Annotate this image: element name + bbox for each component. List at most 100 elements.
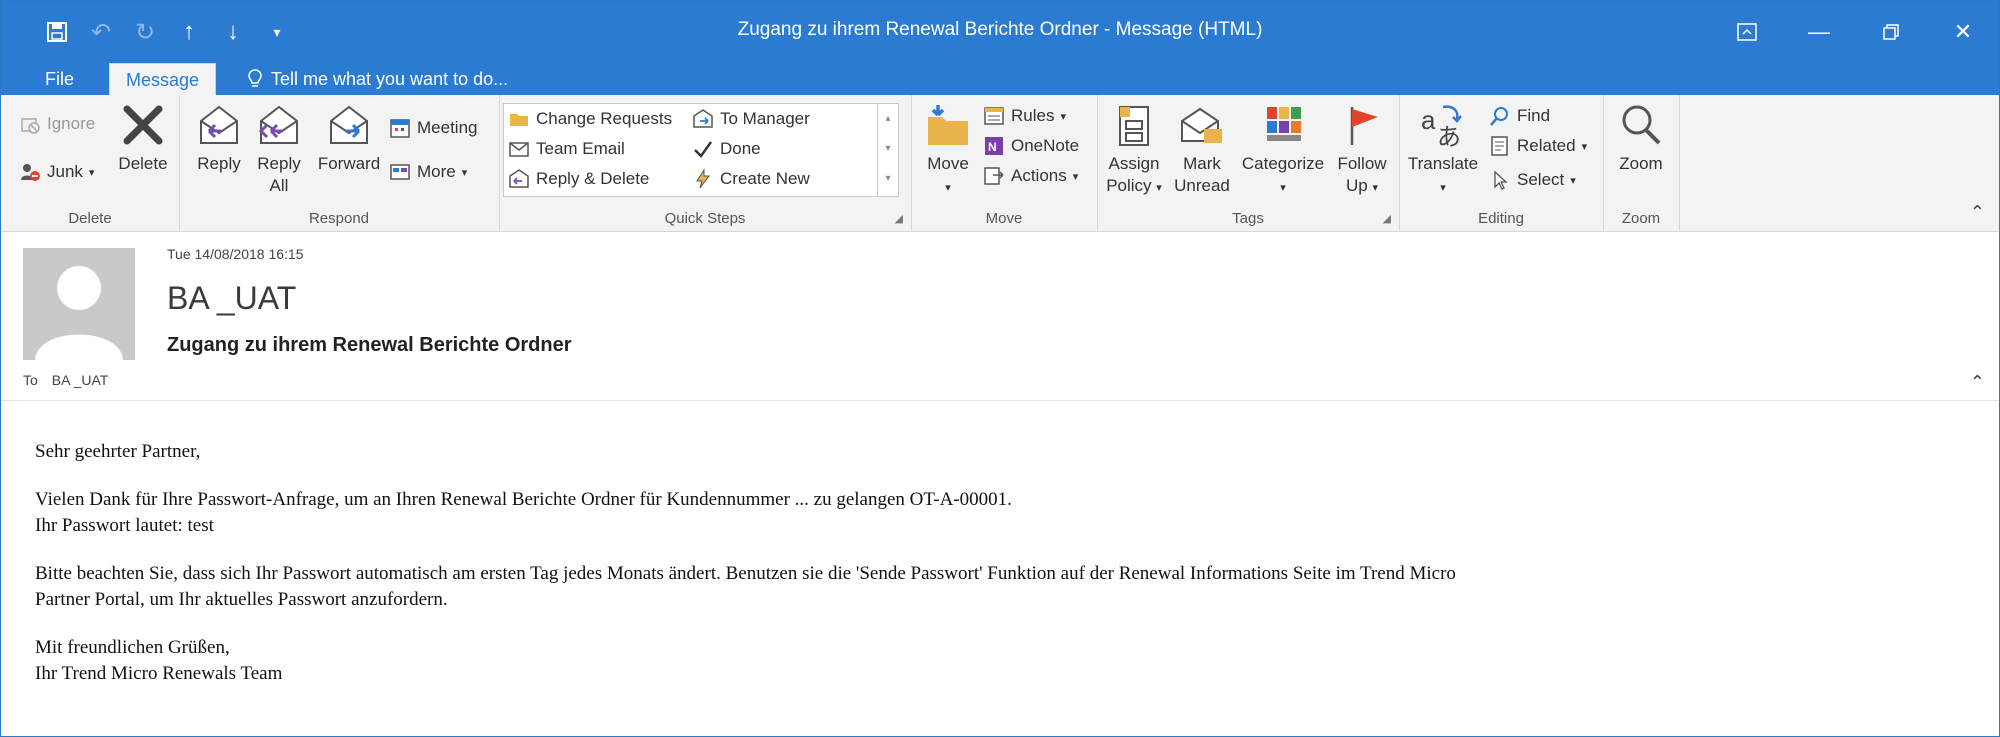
- chevron-down-icon: ▾: [1570, 174, 1576, 187]
- done-label: Done: [720, 139, 761, 158]
- related-label: Related: [1517, 136, 1576, 155]
- body-paragraph-2: Bitte beachten Sie, dass sich Ihr Passwo…: [35, 561, 1955, 613]
- ignore-label: Ignore: [47, 114, 96, 133]
- minimize-icon[interactable]: —: [1783, 1, 1855, 63]
- tell-me-text: Tell me what you want to do...: [271, 69, 509, 89]
- tab-file[interactable]: File: [29, 63, 90, 95]
- restore-icon[interactable]: [1855, 1, 1927, 63]
- collapse-ribbon-icon[interactable]: ⌃: [1970, 202, 1985, 223]
- to-manager-label: To Manager: [720, 109, 810, 128]
- translate-button[interactable]: aあ Translate ▾: [1403, 101, 1483, 199]
- assign-label-2: Policy: [1106, 176, 1152, 195]
- recipient-name[interactable]: BA _UAT: [52, 372, 109, 388]
- junk-button[interactable]: Junk ▾: [19, 161, 94, 183]
- move-folder-icon: [928, 105, 968, 145]
- zoom-button[interactable]: Zoom: [1609, 101, 1673, 175]
- ignore-button[interactable]: Ignore: [19, 113, 95, 135]
- person-placeholder-icon: [23, 248, 135, 360]
- chevron-down-icon: ▾: [1581, 140, 1588, 153]
- group-label-quick-steps: Quick Steps: [664, 210, 746, 227]
- mark-label-2: Unread: [1174, 176, 1230, 195]
- body-p1-line1: Vielen Dank für Ihre Passwort-Anfrage, u…: [35, 489, 1012, 510]
- reply-all-label-2: All: [269, 176, 289, 195]
- title-bar: ↶ ↻ ↑ ↓ ▾ Zugang zu ihrem Renewal Berich…: [1, 1, 1999, 63]
- calendar-meeting-icon: [390, 119, 410, 138]
- actions-button[interactable]: Actions ▾: [983, 165, 1078, 187]
- checkmark-icon: [694, 141, 713, 158]
- ribbon-tabs: File Message Tell me what you want to do…: [1, 63, 1999, 98]
- tell-me-search[interactable]: Tell me what you want to do...: [231, 63, 524, 95]
- to-label: To: [23, 372, 38, 388]
- flag-icon: [1350, 107, 1378, 145]
- ignore-icon: [21, 118, 40, 134]
- body-closing-line1: Mit freundlichen Grüßen,: [35, 637, 230, 658]
- delete-x-icon: [123, 105, 163, 145]
- move-button[interactable]: Move ▾: [917, 101, 979, 199]
- chevron-down-icon: ▾: [1072, 170, 1079, 183]
- reply-all-icon: [258, 105, 298, 144]
- sender-name[interactable]: BA _UAT: [167, 280, 296, 317]
- select-button[interactable]: Select ▾: [1489, 169, 1576, 191]
- ribbon-display-options-icon[interactable]: [1711, 1, 1783, 63]
- delete-button[interactable]: Delete: [113, 101, 173, 175]
- more-respond-button[interactable]: More ▾: [389, 161, 467, 183]
- rules-button[interactable]: Rules ▾: [983, 105, 1066, 127]
- move-label: Move: [927, 154, 969, 173]
- assign-policy-button[interactable]: Assign Policy ▾: [1101, 101, 1167, 199]
- delete-label: Delete: [118, 154, 168, 173]
- meeting-button[interactable]: Meeting: [389, 117, 477, 139]
- junk-label: Junk: [47, 162, 83, 181]
- body-closing-line2: Ihr Trend Micro Renewals Team: [35, 663, 283, 684]
- chevron-down-icon: ▾: [1156, 182, 1162, 194]
- svg-text:a: a: [1421, 105, 1436, 135]
- message-body: Sehr geehrter Partner, Vielen Dank für I…: [35, 439, 1955, 709]
- quick-steps-scrollbar[interactable]: ▴ ▾ ▾: [877, 103, 899, 197]
- forward-label: Forward: [317, 154, 381, 173]
- body-p2-line2: Partner Portal, um Ihr aktuelles Passwor…: [35, 589, 448, 610]
- follow-up-button[interactable]: Follow Up ▾: [1331, 101, 1393, 199]
- dialog-launcher-icon[interactable]: ◢: [1383, 212, 1391, 225]
- group-move: Move ▾ Rules ▾ N OneNote Actions ▾ Move: [911, 95, 1098, 231]
- quickstep-change-requests[interactable]: Change Requests: [508, 108, 672, 130]
- related-icon: [1491, 136, 1508, 156]
- related-button[interactable]: Related ▾: [1489, 135, 1587, 157]
- categorize-button[interactable]: Categorize ▾: [1235, 101, 1331, 199]
- follow-label-1: Follow: [1337, 154, 1387, 173]
- group-zoom: Zoom Zoom: [1603, 95, 1680, 231]
- quickstep-done[interactable]: Done: [692, 138, 761, 160]
- reply-all-button[interactable]: Reply All: [249, 101, 309, 197]
- meeting-label: Meeting: [417, 118, 478, 137]
- chevron-down-icon: ▾: [1372, 182, 1378, 194]
- message-header: Tue 14/08/2018 16:15 BA _UAT Zugang zu i…: [1, 232, 1999, 401]
- quickstep-team-email[interactable]: Team Email: [508, 138, 625, 160]
- quickstep-create-new[interactable]: Create New: [692, 168, 810, 190]
- chevron-down-icon: ▾: [1280, 182, 1286, 194]
- find-button[interactable]: Find: [1489, 105, 1550, 127]
- group-delete: Ignore Junk ▾ Delete Delete: [1, 95, 180, 231]
- outlook-message-window: ↶ ↻ ↑ ↓ ▾ Zugang zu ihrem Renewal Berich…: [0, 0, 2000, 737]
- forward-button[interactable]: Forward: [311, 101, 387, 175]
- chevron-down-icon: ▾: [1060, 110, 1066, 123]
- folder-icon: [510, 114, 528, 126]
- avatar: [23, 248, 135, 360]
- junk-icon: [21, 164, 40, 181]
- reply-button[interactable]: Reply: [189, 101, 249, 175]
- quickstep-reply-delete[interactable]: Reply & Delete: [508, 168, 649, 190]
- chevron-down-icon: ▾: [461, 166, 468, 179]
- more-label: More: [417, 162, 456, 181]
- team-email-icon: [509, 142, 529, 157]
- chevron-down-icon: ▾: [1440, 182, 1446, 194]
- dialog-launcher-icon[interactable]: ◢: [895, 212, 903, 225]
- onenote-button[interactable]: N OneNote: [983, 135, 1079, 157]
- mark-unread-button[interactable]: Mark Unread: [1169, 101, 1235, 197]
- find-label: Find: [1517, 106, 1551, 125]
- collapse-header-icon[interactable]: ⌃: [1970, 372, 1985, 393]
- follow-label-2: Up: [1346, 176, 1368, 195]
- close-icon[interactable]: ✕: [1927, 1, 1999, 63]
- body-paragraph-1: Vielen Dank für Ihre Passwort-Anfrage, u…: [35, 487, 1955, 539]
- reply-delete-label: Reply & Delete: [536, 169, 650, 188]
- quickstep-to-manager[interactable]: To Manager: [692, 108, 810, 130]
- body-closing: Mit freundlichen Grüßen, Ihr Trend Micro…: [35, 635, 1955, 687]
- magnifier-icon: [1622, 105, 1661, 145]
- tab-message[interactable]: Message: [109, 63, 217, 98]
